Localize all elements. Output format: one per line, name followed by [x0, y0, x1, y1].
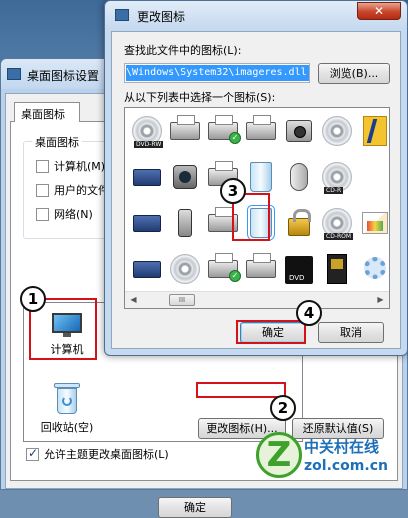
- dvd-rw-disc-icon: DVD-RW: [132, 116, 164, 148]
- close-button[interactable]: ✕: [357, 2, 401, 20]
- checkbox-label: 网络(N): [54, 208, 93, 221]
- step-badge-3: 3: [220, 178, 246, 204]
- printer-fax-icon: [246, 115, 276, 140]
- padlock-icon: [288, 209, 311, 236]
- grid-cell[interactable]: [167, 114, 203, 150]
- grid-cell[interactable]: DVD-RW: [129, 114, 165, 150]
- gear-icon: [364, 257, 386, 279]
- checkbox-network[interactable]: 网络(N): [36, 206, 93, 222]
- grid-cell[interactable]: [129, 160, 165, 196]
- checkbox-box[interactable]: [26, 446, 39, 461]
- grid-cell[interactable]: [129, 252, 165, 288]
- sd-card-icon: [327, 254, 347, 284]
- step-badge-2: 2: [270, 395, 296, 421]
- logo-text-en: zol.com.cn: [304, 458, 388, 474]
- checkbox-computer[interactable]: 计算机(M): [36, 158, 105, 174]
- scroll-right-icon[interactable]: ▶: [372, 292, 389, 308]
- cancel-button[interactable]: 取消: [318, 322, 384, 343]
- disc-tag: CD-R: [324, 187, 344, 194]
- disc-tag: CD-ROM: [324, 233, 354, 240]
- check-badge-icon: ✓: [229, 132, 241, 144]
- grid-cell[interactable]: [281, 206, 317, 242]
- grid-cell[interactable]: [167, 206, 203, 242]
- grid-cell[interactable]: [357, 206, 389, 242]
- grid-cell[interactable]: [281, 114, 317, 150]
- grid-cell[interactable]: CD-ROM: [319, 206, 355, 242]
- grid-cell[interactable]: [319, 252, 355, 288]
- cd-r-disc-icon: CD-R: [322, 162, 352, 194]
- recycle-bin-icon: [54, 383, 80, 415]
- highlight-ok-button: [236, 320, 306, 344]
- printer-icon: [170, 115, 200, 140]
- checkbox-user-files[interactable]: 用户的文件: [36, 182, 109, 198]
- change-icon-dialog: 更改图标 ✕ 查找此文件中的图标(L): \Windows\System32\i…: [104, 0, 408, 356]
- drive-stack-icon: [133, 261, 161, 278]
- checkbox-label: 用户的文件: [54, 184, 109, 197]
- recycle-bin-full-icon: [250, 162, 272, 192]
- path-value: \Windows\System32\imageres.dll: [126, 65, 309, 81]
- check-badge-icon: ✓: [229, 270, 241, 282]
- browse-button[interactable]: 浏览(B)...: [318, 63, 390, 84]
- zol-logo-icon: Z: [256, 432, 302, 478]
- select-label: 从以下列表中选择一个图标(S):: [124, 91, 276, 104]
- tape-drive-icon: [133, 215, 161, 232]
- picture-icon: [362, 212, 388, 234]
- disc-icon: [322, 116, 352, 146]
- checkbox-allow-theme[interactable]: 允许主题更改桌面图标(L): [26, 446, 169, 462]
- group-label: 桌面图标: [32, 134, 82, 150]
- dialog-icon: [115, 9, 129, 21]
- printer-icon: [246, 253, 276, 278]
- logo-text-cn: 中关村在线: [304, 438, 380, 456]
- grid-cell[interactable]: ✓: [205, 252, 241, 288]
- step-badge-1: 1: [20, 286, 46, 312]
- disc-tag: DVD-RW: [134, 141, 164, 148]
- folder-notes-icon: [363, 116, 387, 146]
- checkbox-box[interactable]: [36, 207, 49, 221]
- grid-cell[interactable]: [167, 160, 203, 196]
- webcam-icon: [173, 165, 197, 189]
- ok-button[interactable]: 确定: [158, 497, 232, 518]
- icon-label: 回收站(空): [40, 421, 94, 434]
- dvd-case-icon: [285, 256, 313, 284]
- icon-file-path-input[interactable]: \Windows\System32\imageres.dll: [124, 63, 310, 83]
- horizontal-scrollbar[interactable]: ◀ III ▶: [125, 291, 389, 308]
- dialog-title: 更改图标: [137, 10, 186, 24]
- grid-cell[interactable]: CD-R: [319, 160, 355, 196]
- grid-cell[interactable]: [243, 252, 279, 288]
- grid-cell[interactable]: [129, 206, 165, 242]
- highlight-change-icon: [196, 382, 286, 398]
- checkbox-label: 允许主题更改桌面图标(L): [44, 448, 169, 461]
- dialog-body: 查找此文件中的图标(L): \Windows\System32\imageres…: [111, 31, 401, 349]
- printer-ok-icon: ✓: [208, 253, 241, 282]
- grid-cell[interactable]: [167, 252, 203, 288]
- grid-cell[interactable]: [243, 114, 279, 150]
- scroll-thumb[interactable]: III: [169, 294, 195, 306]
- cd-rom-disc-icon: CD-ROM: [322, 208, 354, 240]
- title-bar: 更改图标 ✕: [105, 1, 407, 29]
- checkbox-label: 计算机(M): [54, 160, 106, 173]
- mouse-icon: [290, 163, 308, 191]
- settings-window-icon: [7, 68, 21, 80]
- list-item-recycle-bin[interactable]: 回收站(空): [32, 383, 102, 435]
- grid-cell[interactable]: [281, 160, 317, 196]
- scroll-left-icon[interactable]: ◀: [125, 292, 142, 308]
- printer-ok-icon: ✓: [208, 115, 241, 144]
- grid-cell[interactable]: ✓: [205, 114, 241, 150]
- find-label: 查找此文件中的图标(L):: [124, 44, 242, 57]
- checkbox-box[interactable]: [36, 183, 49, 197]
- window-title: 桌面图标设置: [27, 69, 100, 83]
- zol-watermark-logo: Z 中关村在线 zol.com.cn: [256, 432, 406, 488]
- mobile-phone-icon: [178, 209, 192, 237]
- scanner-box-icon: [133, 169, 161, 186]
- grid-cell[interactable]: [281, 252, 317, 288]
- checkbox-box[interactable]: [36, 159, 49, 173]
- drive-disc-icon: [170, 254, 200, 284]
- grid-cell[interactable]: [357, 252, 389, 288]
- grid-cell[interactable]: [243, 160, 279, 196]
- grid-cell[interactable]: [319, 114, 355, 150]
- step-badge-4: 4: [296, 300, 322, 326]
- grid-cell[interactable]: [357, 114, 389, 150]
- camera-icon: [286, 120, 312, 142]
- tab-desktop-icons[interactable]: 桌面图标: [14, 102, 80, 122]
